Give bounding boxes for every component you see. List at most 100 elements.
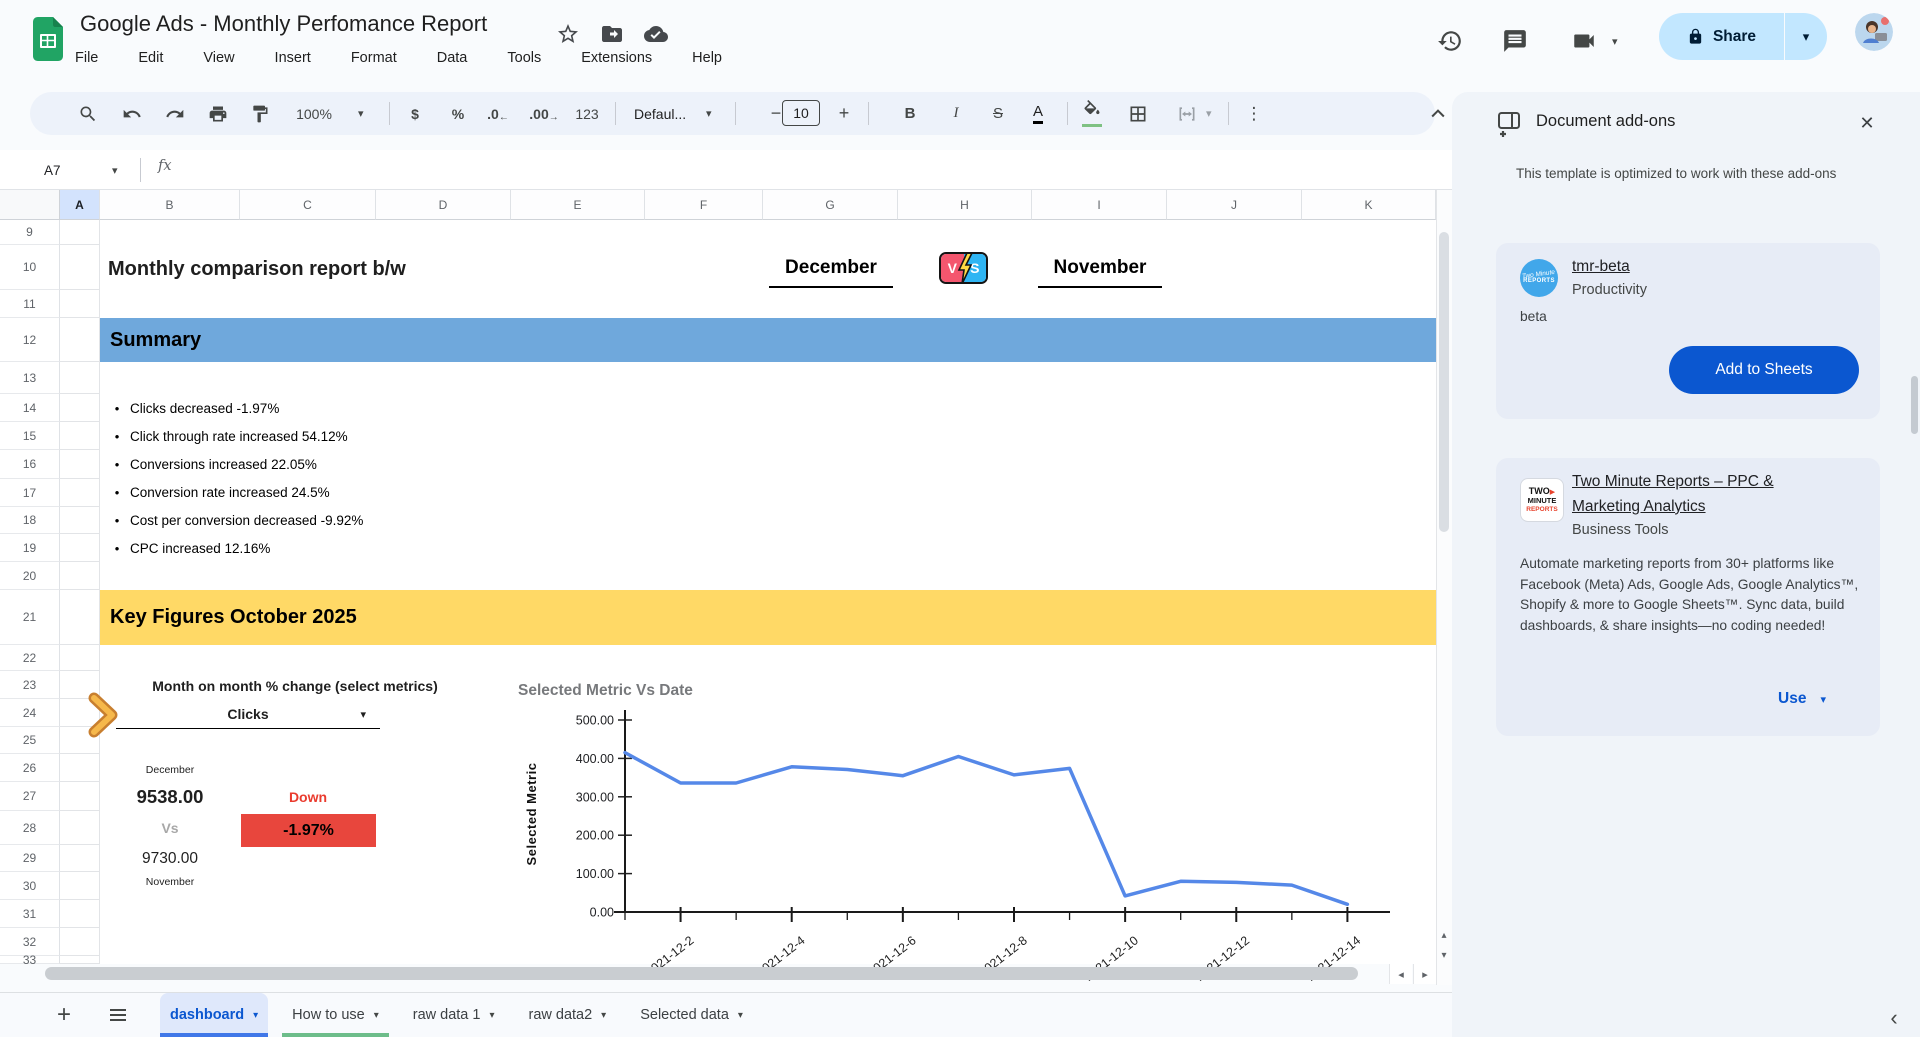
addon-name-link[interactable]: Two Minute Reports – PPC & Marketing Ana… bbox=[1572, 470, 1844, 520]
row-header-12[interactable]: 12 bbox=[0, 318, 60, 362]
close-panel-icon[interactable]: ✕ bbox=[1852, 108, 1882, 138]
row-header-13[interactable]: 13 bbox=[0, 362, 60, 394]
summary-bullet[interactable]: •Click through rate increased 54.12% bbox=[104, 422, 363, 450]
vs-image[interactable]: V S bbox=[939, 252, 988, 284]
meet-dropdown-icon[interactable]: ▾ bbox=[1612, 35, 1618, 48]
vs-label[interactable]: Vs bbox=[100, 820, 240, 836]
text-color-button[interactable]: A bbox=[1024, 92, 1052, 135]
cell-A13[interactable] bbox=[60, 362, 100, 394]
previous-month-cell[interactable]: November bbox=[1038, 250, 1162, 288]
print-button[interactable] bbox=[204, 92, 232, 135]
cell-A17[interactable] bbox=[60, 479, 100, 507]
collapse-side-icon[interactable]: ‹ bbox=[1878, 1002, 1910, 1034]
cell-A9[interactable] bbox=[60, 220, 100, 245]
scroll-up-icon[interactable]: ▴ bbox=[1436, 926, 1452, 944]
zoom-dropdown-icon[interactable]: ▾ bbox=[358, 107, 364, 120]
summary-bullet[interactable]: •CPC increased 12.16% bbox=[104, 534, 363, 562]
summary-bullet[interactable]: •Conversions increased 22.05% bbox=[104, 450, 363, 478]
collapse-toolbar-icon[interactable] bbox=[1420, 92, 1456, 135]
row-header-21[interactable]: 21 bbox=[0, 590, 60, 645]
increase-decimals-button[interactable]: .00→ bbox=[528, 92, 560, 135]
column-header-B[interactable]: B bbox=[100, 190, 240, 220]
metric-chart[interactable]: Selected Metric Vs DateSelected Metric0.… bbox=[514, 674, 1396, 985]
summary-bullet[interactable]: •Cost per conversion decreased -9.92% bbox=[104, 506, 363, 534]
menu-help[interactable]: Help bbox=[687, 48, 727, 68]
format-percent-button[interactable]: % bbox=[444, 92, 472, 135]
current-month-cell[interactable]: December bbox=[769, 250, 893, 288]
document-title[interactable]: Google Ads - Monthly Perfomance Report bbox=[80, 11, 487, 37]
metric-dropdown[interactable]: Clicks ▾ bbox=[116, 700, 380, 729]
key-figures-banner[interactable]: Key Figures October 2025 bbox=[100, 590, 1436, 645]
vertical-scrollbar-thumb[interactable] bbox=[1439, 232, 1449, 532]
row-header-10[interactable]: 10 bbox=[0, 245, 60, 290]
panel-scrollbar-thumb[interactable] bbox=[1911, 376, 1918, 434]
cell-A18[interactable] bbox=[60, 507, 100, 534]
avatar[interactable] bbox=[1855, 13, 1893, 51]
share-dropdown-icon[interactable]: ▾ bbox=[1785, 29, 1827, 45]
current-value[interactable]: 9538.00 bbox=[100, 786, 240, 808]
sheet-tab-how-to-use[interactable]: How to use▾ bbox=[282, 993, 389, 1037]
cell-A29[interactable] bbox=[60, 845, 100, 872]
menu-file[interactable]: File bbox=[70, 48, 103, 68]
direction-label[interactable]: Down bbox=[240, 789, 376, 805]
comments-icon[interactable] bbox=[1502, 28, 1528, 54]
zoom-select[interactable]: 100% bbox=[282, 92, 346, 135]
metric-selector-label[interactable]: Month on month % change (select metrics) bbox=[120, 678, 470, 694]
column-header-C[interactable]: C bbox=[240, 190, 376, 220]
cloud-saved-icon[interactable] bbox=[644, 22, 668, 46]
row-header-18[interactable]: 18 bbox=[0, 507, 60, 534]
font-dropdown-icon[interactable]: ▾ bbox=[706, 107, 712, 120]
italic-button[interactable]: I bbox=[942, 92, 970, 135]
row-header-28[interactable]: 28 bbox=[0, 811, 60, 845]
cell-A26[interactable] bbox=[60, 754, 100, 782]
cell-A32[interactable] bbox=[60, 928, 100, 956]
format-currency-button[interactable]: $ bbox=[401, 92, 429, 135]
strikethrough-button[interactable]: S bbox=[984, 92, 1012, 135]
menu-format[interactable]: Format bbox=[346, 48, 402, 68]
row-header-22[interactable]: 22 bbox=[0, 645, 60, 671]
sheet-tab-dashboard[interactable]: dashboard▾ bbox=[160, 993, 268, 1037]
summary-bullet[interactable]: •Clicks decreased -1.97% bbox=[104, 394, 363, 422]
row-header-14[interactable]: 14 bbox=[0, 394, 60, 422]
row-header-11[interactable]: 11 bbox=[0, 290, 60, 318]
row-header-25[interactable]: 25 bbox=[0, 727, 60, 754]
column-header-E[interactable]: E bbox=[511, 190, 645, 220]
scroll-left-icon[interactable]: ◂ bbox=[1389, 964, 1412, 984]
row-header-24[interactable]: 24 bbox=[0, 699, 60, 727]
menu-edit[interactable]: Edit bbox=[133, 48, 168, 68]
column-header-K[interactable]: K bbox=[1302, 190, 1436, 220]
cell-A12[interactable] bbox=[60, 318, 100, 362]
cell-A21[interactable] bbox=[60, 590, 100, 645]
cell-A11[interactable] bbox=[60, 290, 100, 318]
sheet-tab-selected-data[interactable]: Selected data▾ bbox=[630, 993, 753, 1037]
previous-month-label[interactable]: November bbox=[100, 876, 240, 888]
column-header-F[interactable]: F bbox=[645, 190, 763, 220]
borders-button[interactable] bbox=[1124, 92, 1152, 135]
column-header-D[interactable]: D bbox=[376, 190, 511, 220]
current-month-label[interactable]: December bbox=[100, 764, 240, 776]
previous-value[interactable]: 9730.00 bbox=[100, 850, 240, 868]
column-header-I[interactable]: I bbox=[1032, 190, 1167, 220]
star-icon[interactable] bbox=[556, 22, 580, 46]
meet-video-icon[interactable] bbox=[1571, 28, 1597, 54]
row-header-9[interactable]: 9 bbox=[0, 220, 60, 245]
row-header-15[interactable]: 15 bbox=[0, 422, 60, 450]
column-header-H[interactable]: H bbox=[898, 190, 1032, 220]
column-header-G[interactable]: G bbox=[763, 190, 898, 220]
more-toolbar-button[interactable]: ⋮ bbox=[1240, 92, 1268, 135]
row-header-33[interactable]: 33 bbox=[0, 956, 60, 964]
row-header-19[interactable]: 19 bbox=[0, 534, 60, 562]
menu-insert[interactable]: Insert bbox=[270, 48, 316, 68]
cell-A22[interactable] bbox=[60, 645, 100, 671]
use-button[interactable]: Use ▾ bbox=[1778, 690, 1826, 708]
version-history-icon[interactable] bbox=[1437, 28, 1463, 54]
menu-view[interactable]: View bbox=[198, 48, 239, 68]
all-sheets-icon[interactable] bbox=[100, 993, 136, 1037]
summary-bullet[interactable]: •Conversion rate increased 24.5% bbox=[104, 478, 363, 506]
cell-A15[interactable] bbox=[60, 422, 100, 450]
search-menus-button[interactable] bbox=[74, 92, 102, 135]
cell-A16[interactable] bbox=[60, 450, 100, 479]
sheet-tab-raw-data-1[interactable]: raw data 1▾ bbox=[403, 993, 505, 1037]
sheets-logo-icon[interactable] bbox=[31, 16, 65, 62]
row-header-31[interactable]: 31 bbox=[0, 900, 60, 928]
